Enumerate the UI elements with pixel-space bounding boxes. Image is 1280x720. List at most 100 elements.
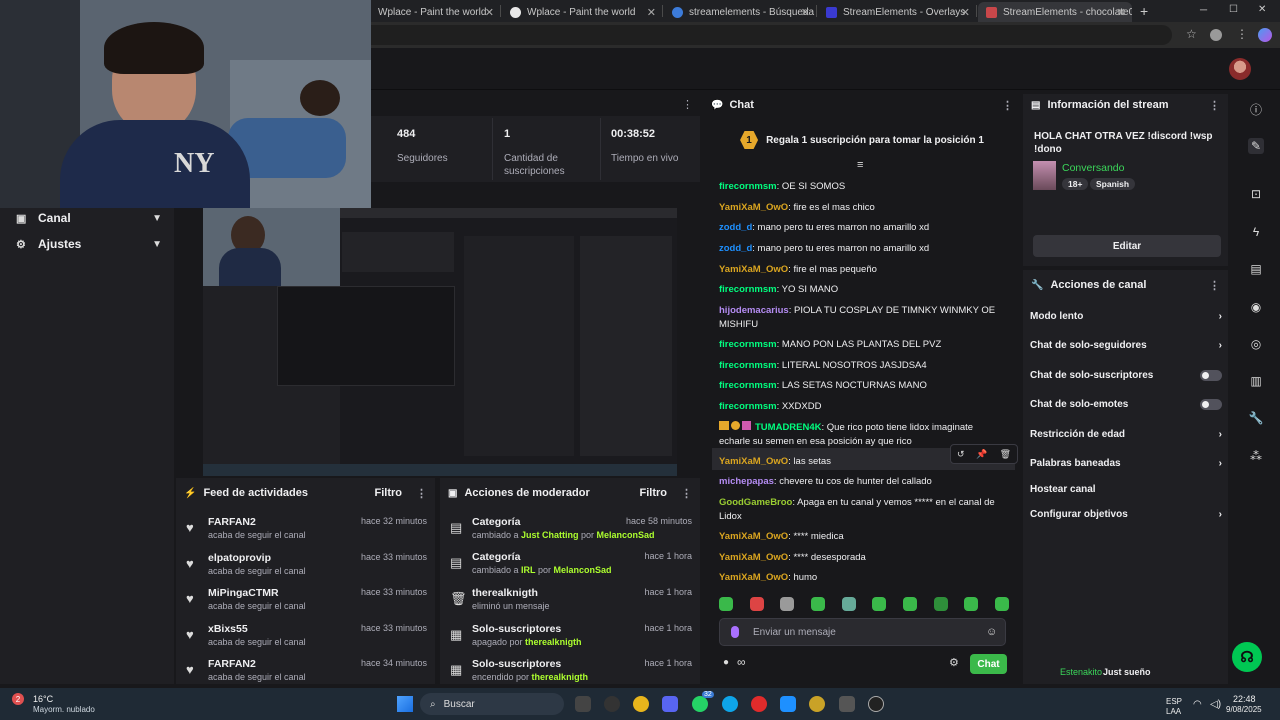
screenshot-icon[interactable]: ⊡ (1248, 186, 1264, 202)
emote-icon[interactable] (872, 597, 887, 611)
filter-button[interactable]: Filtro (375, 487, 403, 499)
support-button[interactable]: ☊ (1232, 642, 1262, 672)
list-item[interactable]: ▦ Solo-suscriptores apagado por therealk… (450, 623, 692, 659)
more-options-icon[interactable]: ⋮ (682, 98, 693, 111)
pin-icon[interactable]: 📌 (976, 449, 987, 460)
edge-icon[interactable] (722, 696, 738, 712)
clipboard-icon[interactable]: ▤ (1248, 261, 1264, 277)
chat-username[interactable]: firecornmsm (719, 401, 777, 412)
chat-username[interactable]: firecornmsm (719, 380, 777, 391)
list-item[interactable]: ▤ Categoría cambiado a IRL por MelanconS… (450, 551, 692, 587)
chat-message[interactable]: firecornmsm: LAS SETAS NOCTURNAS MANO (719, 379, 999, 393)
chat-username[interactable]: firecornmsm (719, 360, 777, 371)
action-emote-only[interactable]: Chat de solo-emotes (1030, 399, 1222, 410)
lightning-icon[interactable]: ϟ (1248, 224, 1264, 240)
reply-icon[interactable]: ↺ (957, 449, 965, 460)
keyboard-layout[interactable]: LAA (1166, 707, 1181, 716)
profile-icon[interactable] (1210, 29, 1222, 41)
chat-username[interactable]: hijodemacarius (719, 305, 789, 316)
chat-username[interactable]: firecornmsm (719, 284, 777, 295)
chat-username[interactable]: YamiXaM_OwO (719, 572, 788, 583)
close-icon[interactable]: ✕ (961, 6, 970, 19)
menu-icon[interactable]: ⋮ (1236, 27, 1248, 41)
chat-username[interactable]: TUMADREN4K (755, 422, 822, 433)
chat-username[interactable]: firecornmsm (719, 181, 777, 192)
volume-icon[interactable]: ◁) (1210, 699, 1221, 710)
sub-link[interactable]: MelanconSad (597, 530, 655, 540)
weather-temp[interactable]: 16°C (33, 694, 53, 704)
chat-send-button[interactable]: Chat (970, 654, 1007, 674)
browser-tab[interactable]: StreamElements - Overlays ✕ (818, 2, 976, 22)
action-age-restriction[interactable]: Restricción de edad › (1030, 429, 1222, 440)
sub-link[interactable]: therealknigth (525, 637, 582, 647)
wrench-icon[interactable]: 🔧 (1248, 410, 1264, 426)
pencil-icon[interactable]: ✎ (1248, 138, 1264, 154)
list-item[interactable]: ♥ FARFAN2 acaba de seguir el canal hace … (186, 658, 427, 684)
close-window-button[interactable]: ✕ (1258, 4, 1266, 15)
minimize-button[interactable]: ─ (1200, 5, 1207, 16)
edit-button[interactable]: Editar (1033, 235, 1221, 257)
list-item[interactable]: ♥ MiPingaCTMR acaba de seguir el canal h… (186, 587, 427, 623)
emote-icon[interactable] (719, 597, 733, 611)
sub-link[interactable]: MelanconSad (554, 565, 612, 575)
windows-start-icon[interactable] (397, 696, 413, 712)
more-options-icon[interactable]: ⋮ (1209, 99, 1220, 112)
close-icon[interactable]: ✕ (1117, 6, 1126, 19)
close-icon[interactable]: ✕ (801, 6, 810, 19)
chat-message[interactable]: GoodGameBroo: Apaga en tu canal y vemos … (719, 496, 999, 524)
channel-points-icon[interactable]: ● (723, 657, 729, 668)
chat-message[interactable]: YamiXaM_OwO: fire es el mas chico (719, 201, 999, 215)
new-tab-button[interactable]: + (1140, 3, 1148, 19)
chat-username[interactable]: zodd_d (719, 222, 752, 233)
chat-message[interactable]: michepapas: chevere tu cos de hunter del… (719, 475, 999, 489)
chat-username[interactable]: firecornmsm (719, 339, 777, 350)
chat-username[interactable]: YamiXaM_OwO (719, 531, 788, 542)
browser-tab[interactable]: Wplace - Paint the world ✕ (502, 2, 662, 22)
browser-tab-active[interactable]: StreamElements - chocolate032 ✕ (978, 2, 1132, 22)
action-banned-words[interactable]: Palabras baneadas › (1030, 458, 1222, 469)
chat-input[interactable]: Enviar un mensaje ☺ (719, 618, 1006, 646)
emote-icon[interactable] (780, 597, 795, 611)
browser-tab[interactable]: Wplace - Paint the world ✕ (370, 2, 500, 22)
chat-message[interactable]: firecornmsm: MANO PON LAS PLANTAS DEL PV… (719, 338, 999, 352)
filter-button[interactable]: Filtro (640, 487, 668, 499)
nav-item-canal[interactable]: ▣ Canal ▼ (16, 211, 162, 225)
action-host-channel[interactable]: Hostear canal (1030, 484, 1222, 495)
emote-icon[interactable] (933, 597, 948, 611)
gift-sub-banner[interactable]: 1 Regala 1 suscripción para tomar la pos… (705, 126, 1019, 154)
emote-icon[interactable] (810, 597, 825, 611)
trash-icon[interactable]: 🗑 (1000, 449, 1011, 460)
browser-tab[interactable]: streamelements - Búsqueda ✕ (664, 2, 816, 22)
info-icon[interactable]: ⓘ (1248, 101, 1264, 117)
chat-message[interactable]: firecornmsm: LITERAL NOSOTROS JASJDSA4 (719, 359, 999, 373)
app-icon[interactable] (780, 696, 796, 712)
gear-icon[interactable]: ⚙ (949, 656, 959, 669)
task-view-icon[interactable] (575, 696, 591, 712)
emote-icon[interactable] (964, 597, 979, 611)
chat-message[interactable]: firecornmsm: OE SI SOMOS (719, 180, 999, 194)
app-icon[interactable] (839, 696, 855, 712)
language-indicator[interactable]: ESP (1166, 697, 1182, 706)
tag[interactable]: 18+ (1062, 178, 1089, 190)
avatar[interactable] (1229, 58, 1251, 80)
app-icon[interactable] (868, 696, 884, 712)
discord-icon[interactable] (662, 696, 678, 712)
list-item[interactable]: ▤ Categoría cambiado a Just Chatting por… (450, 516, 692, 552)
chat-username[interactable]: YamiXaM_OwO (719, 456, 788, 467)
chat-message[interactable]: hijodemacarius: PIOLA TU COSPLAY DE TIMN… (719, 304, 999, 332)
whatsapp-icon[interactable] (692, 696, 708, 712)
list-item[interactable]: ▦ Solo-suscriptores encendido por therea… (450, 658, 692, 684)
chat-message[interactable]: zodd_d: mano pero tu eres marron no amar… (719, 221, 999, 235)
chat-message[interactable]: YamiXaM_OwO: fire el mas pequeño (719, 263, 999, 277)
sub-link[interactable]: therealknigth (532, 672, 589, 682)
close-icon[interactable]: ✕ (485, 6, 494, 19)
action-goals[interactable]: Configurar objetivos › (1030, 509, 1222, 520)
sub-link[interactable]: Just Chatting (521, 530, 579, 540)
list-item[interactable]: ♥ xBixs55 acaba de seguir el canal hace … (186, 623, 427, 659)
chat-username[interactable]: YamiXaM_OwO (719, 264, 788, 275)
extensions-icon[interactable]: ⁂ (1248, 448, 1264, 464)
category-thumbnail[interactable] (1033, 161, 1056, 190)
obs-icon[interactable] (604, 696, 620, 712)
action-slow-mode[interactable]: Modo lento › (1030, 311, 1222, 322)
more-options-icon[interactable]: ⋮ (1209, 279, 1220, 292)
